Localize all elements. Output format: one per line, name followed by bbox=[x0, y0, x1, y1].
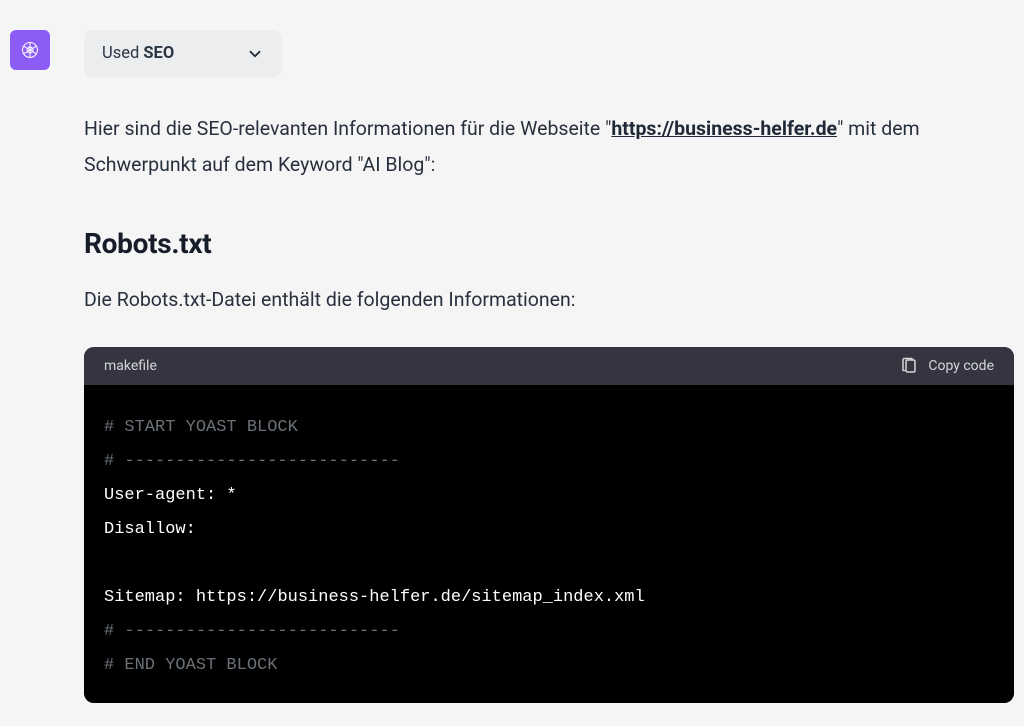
section-description: Die Robots.txt-Datei enthält die folgend… bbox=[84, 282, 1014, 317]
code-content: # START YOAST BLOCK # ------------------… bbox=[84, 385, 1014, 703]
code-block: makefile Copy code # START YOAST BLOCK #… bbox=[84, 347, 1014, 703]
plugin-used-chip[interactable]: Used SEO bbox=[84, 30, 282, 77]
message-content: Used SEO Hier sind die SEO-relevanten In… bbox=[84, 30, 1014, 703]
site-url-link[interactable]: https://business-helfer.de bbox=[611, 117, 837, 140]
intro-paragraph: Hier sind die SEO-relevanten Information… bbox=[84, 111, 1014, 183]
code-header: makefile Copy code bbox=[84, 347, 1014, 385]
clipboard-icon bbox=[900, 357, 918, 375]
plugin-chip-label: Used SEO bbox=[102, 44, 174, 63]
code-language-label: makefile bbox=[104, 358, 157, 374]
avatar bbox=[10, 30, 50, 70]
chevron-down-icon bbox=[246, 45, 264, 63]
copy-code-button[interactable]: Copy code bbox=[900, 357, 994, 375]
openai-logo-icon bbox=[17, 37, 43, 63]
section-heading: Robots.txt bbox=[84, 227, 1014, 260]
copy-code-label: Copy code bbox=[928, 358, 994, 374]
